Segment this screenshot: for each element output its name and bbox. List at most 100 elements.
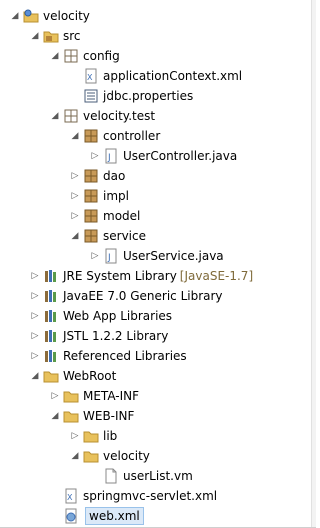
collapse-arrow-icon[interactable]: ◢ [70,449,80,463]
svg-text:J: J [107,153,111,163]
folder-icon [83,428,99,444]
library-icon [43,288,59,304]
tree-label: applicationContext.xml [103,69,243,83]
tree-row-userlist-vm[interactable]: userList.vm [0,466,312,486]
collapse-arrow-icon[interactable]: ◢ [70,229,80,243]
folder-icon [43,368,59,384]
tree-label: WEB-INF [83,409,135,423]
svg-text:X: X [67,493,73,502]
tree-row-referenced-libraries[interactable]: ▷ Referenced Libraries [0,346,312,366]
tree-row-jre-system-library[interactable]: ▷ JRE System Library [JavaSE-1.7] [0,266,312,286]
package-icon [63,108,79,124]
tree-label: config [83,49,120,63]
svg-text:J: J [107,253,111,263]
folder-icon [63,388,79,404]
tree-row-usercontroller-java[interactable]: ▷ J UserController.java [0,146,312,166]
tree-label: JSTL 1.2.2 Library [63,329,169,343]
project-icon [23,8,39,24]
tree-row-dao[interactable]: ▷ dao [0,166,312,186]
tree-row-controller[interactable]: ◢ controller [0,126,312,146]
tree-row-webroot[interactable]: ◢ WebRoot [0,366,312,386]
source-folder-icon [43,28,59,44]
tree-row-jdbc-properties[interactable]: jdbc.properties [0,86,312,106]
tree-row-velocity-project[interactable]: ◢ velocity [0,6,312,26]
library-icon [43,328,59,344]
expand-arrow-icon[interactable]: ▷ [30,329,40,343]
file-icon [103,468,119,484]
web-xml-file-icon [63,508,79,524]
tree-row-velocity-folder[interactable]: ◢ velocity [0,446,312,466]
tree-row-web-xml[interactable]: web.xml [0,506,312,526]
tree-label: src [63,29,81,43]
collapse-arrow-icon[interactable]: ◢ [30,369,40,383]
package-icon [83,188,99,204]
package-icon [63,48,79,64]
tree-label: model [103,209,141,223]
tree-label: controller [103,129,161,143]
collapse-arrow-icon[interactable]: ◢ [50,49,60,63]
package-icon [83,168,99,184]
tree-row-meta-inf[interactable]: ▷ META-INF [0,386,312,406]
collapse-arrow-icon[interactable]: ◢ [70,129,80,143]
tree-label: userList.vm [123,469,193,483]
tree-row-jstl-library[interactable]: ▷ JSTL 1.2.2 Library [0,326,312,346]
tree-row-service[interactable]: ◢ service [0,226,312,246]
expand-arrow-icon[interactable]: ▷ [90,149,100,163]
tree-label: lib [103,429,118,443]
tree-label: service [103,229,146,243]
java-file-icon: J [103,148,119,164]
tree-label: jdbc.properties [103,89,194,103]
expand-arrow-icon[interactable]: ▷ [30,269,40,283]
expand-arrow-icon[interactable]: ▷ [70,169,80,183]
tree-row-applicationcontext-xml[interactable]: X applicationContext.xml [0,66,312,86]
xml-file-icon: X [83,68,99,84]
tree-row-javaee-library[interactable]: ▷ JavaEE 7.0 Generic Library [0,286,312,306]
tree-label: UserController.java [123,149,238,163]
tree-row-src[interactable]: ◢ src [0,26,312,46]
package-icon [83,128,99,144]
package-icon [83,228,99,244]
collapse-arrow-icon[interactable]: ◢ [30,29,40,43]
java-file-icon: J [103,248,119,264]
expand-arrow-icon[interactable]: ▷ [50,389,60,403]
tree-row-lib[interactable]: ▷ lib [0,426,312,446]
tree-label: impl [103,189,129,203]
tree-label: velocity [103,449,150,463]
tree-row-springmvc-servlet-xml[interactable]: X springmvc-servlet.xml [0,486,312,506]
tree-label: JavaEE 7.0 Generic Library [63,289,223,303]
tree-label: dao [103,169,126,183]
tree-label: JRE System Library [63,269,177,283]
tree-label: Referenced Libraries [63,349,187,363]
package-icon [83,208,99,224]
tree-row-web-inf[interactable]: ◢ WEB-INF [0,406,312,426]
tree-label: springmvc-servlet.xml [83,489,218,503]
tree-row-userservice-java[interactable]: ▷ J UserService.java [0,246,312,266]
tree-row-config[interactable]: ◢ config [0,46,312,66]
tree-row-impl[interactable]: ▷ impl [0,186,312,206]
tree-label: Web App Libraries [63,309,173,323]
expand-arrow-icon[interactable]: ▷ [90,249,100,263]
tree-label: velocity [43,9,90,23]
tree-row-velocity-test[interactable]: ◢ velocity.test [0,106,312,126]
expand-arrow-icon[interactable]: ▷ [70,429,80,443]
library-icon [43,268,59,284]
tree-label: WebRoot [63,369,117,383]
library-icon [43,348,59,364]
tree-label: UserService.java [123,249,224,263]
expand-arrow-icon[interactable]: ▷ [70,209,80,223]
folder-icon [63,408,79,424]
svg-text:X: X [87,73,93,82]
jre-version-label: [JavaSE-1.7] [179,269,254,283]
expand-arrow-icon[interactable]: ▷ [30,309,40,323]
tree-row-web-app-libraries[interactable]: ▷ Web App Libraries [0,306,312,326]
tree-label: web.xml [85,507,144,525]
collapse-arrow-icon[interactable]: ◢ [50,409,60,423]
collapse-arrow-icon[interactable]: ◢ [10,9,20,23]
collapse-arrow-icon[interactable]: ◢ [50,109,60,123]
vertical-scrollbar[interactable] [311,0,316,528]
tree-row-model[interactable]: ▷ model [0,206,312,226]
expand-arrow-icon[interactable]: ▷ [70,189,80,203]
tree-label: META-INF [83,389,140,403]
expand-arrow-icon[interactable]: ▷ [30,349,40,363]
expand-arrow-icon[interactable]: ▷ [30,289,40,303]
